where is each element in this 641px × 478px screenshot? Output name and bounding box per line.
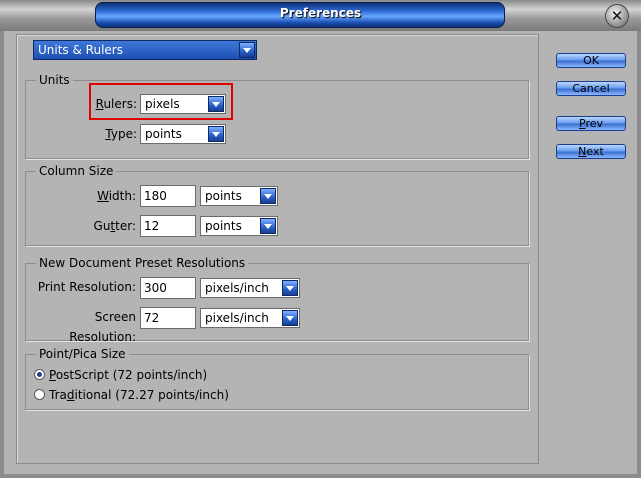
postscript-radio[interactable] <box>34 369 45 380</box>
print-resolution-input[interactable]: 300 <box>140 277 196 299</box>
postscript-radio-label[interactable]: PostScript (72 points/inch) <box>49 365 207 385</box>
point-pica-legend: Point/Pica Size <box>36 347 129 361</box>
screen-resolution-label: Screen Resolution: <box>69 310 136 344</box>
column-size-legend: Column Size <box>36 164 117 178</box>
chevron-down-icon[interactable] <box>208 126 224 142</box>
prev-button[interactable]: Prev <box>556 116 626 131</box>
type-label: Type: <box>105 127 137 141</box>
units-legend: Units <box>36 73 73 87</box>
print-resolution-unit-select[interactable]: pixels/inch <box>200 278 300 298</box>
next-button[interactable]: Next <box>556 144 626 159</box>
chevron-down-icon[interactable] <box>239 42 255 58</box>
gutter-input[interactable]: 12 <box>140 215 196 237</box>
width-label: Width: <box>97 189 136 203</box>
traditional-radio-label[interactable]: Traditional (72.27 points/inch) <box>49 385 229 405</box>
gutter-unit-select[interactable]: points <box>200 216 278 236</box>
panel-select-value: Units & Rulers <box>38 43 123 57</box>
window-frame-bottom <box>0 474 641 478</box>
ok-button[interactable]: OK <box>556 53 626 68</box>
chevron-down-icon[interactable] <box>260 218 276 234</box>
window-frame-left <box>0 31 4 478</box>
dialog-title: Preferences <box>279 6 362 20</box>
traditional-radio[interactable] <box>34 389 45 400</box>
type-select[interactable]: points <box>140 124 226 144</box>
preferences-dialog: Preferences ✕ Units & Rulers Units Ruler… <box>0 0 641 478</box>
chevron-down-icon[interactable] <box>282 310 298 326</box>
width-unit-select[interactable]: points <box>200 186 278 206</box>
type-select-value: points <box>145 127 182 141</box>
window-frame-right <box>637 31 641 478</box>
rulers-highlight-box <box>89 83 233 120</box>
chevron-down-icon[interactable] <box>260 188 276 204</box>
width-input[interactable]: 180 <box>140 185 196 207</box>
screen-resolution-input[interactable]: 72 <box>140 307 196 329</box>
screen-resolution-unit-select[interactable]: pixels/inch <box>200 308 300 328</box>
chevron-down-icon[interactable] <box>282 280 298 296</box>
gutter-label: Gutter: <box>93 219 136 233</box>
cancel-button[interactable]: Cancel <box>556 81 626 96</box>
preset-resolutions-legend: New Document Preset Resolutions <box>36 256 249 270</box>
title-bar[interactable]: Preferences ✕ <box>0 0 641 31</box>
panel-select[interactable]: Units & Rulers <box>33 40 257 60</box>
close-icon[interactable]: ✕ <box>606 5 628 27</box>
print-resolution-label: Print Resolution: <box>37 280 136 294</box>
